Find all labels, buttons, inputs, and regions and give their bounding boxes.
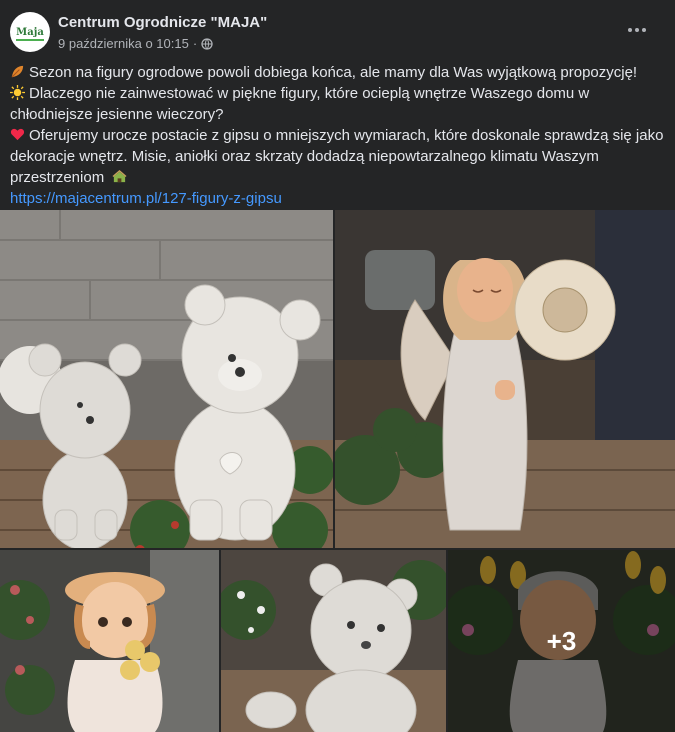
photo-gallery: +3 [0,210,675,732]
photo-angel[interactable] [335,210,675,548]
post-header: Maja Centrum Ogrodnicze "MAJA" 9 paździe… [0,0,675,62]
meta-separator: · [192,36,198,51]
post-line-3: Oferujemy urocze postacie z gipsu o mnie… [10,125,665,188]
avatar-logo-text: Maja [16,26,44,38]
post-line-2-text: Dlaczego nie zainwestować w piękne figur… [10,85,590,123]
page-name[interactable]: Centrum Ogrodnicze "MAJA" [58,14,267,31]
page-avatar[interactable]: Maja [10,12,50,52]
post-link[interactable]: https://majacentrum.pl/127-figury-z-gips… [10,190,282,207]
more-photos-overlay[interactable]: +3 [448,550,675,732]
post-link-line: https://majacentrum.pl/127-figury-z-gips… [10,188,665,209]
facebook-post: Maja Centrum Ogrodnicze "MAJA" 9 paździe… [0,0,675,732]
post-date[interactable]: 9 października o 10:15 [58,36,189,51]
post-meta: 9 października o 10:15 · [58,36,213,51]
more-options-icon[interactable] [619,20,655,40]
sun-emoji-icon [10,85,25,100]
more-dot [642,28,646,32]
leaf-emoji-icon [11,65,24,78]
photo-gnome[interactable]: +3 [448,550,675,732]
photo-bears[interactable] [0,210,333,548]
more-dot [628,28,632,32]
post-line-1: Sezon na figury ogrodowe powoli dobiega … [10,62,665,83]
post-line-3-text: Oferujemy urocze postacie z gipsu o mnie… [10,127,664,186]
post-line-1-text: Sezon na figury ogrodowe powoli dobiega … [29,64,638,81]
photo-girl[interactable] [0,550,219,732]
more-dot [635,28,639,32]
globe-icon[interactable] [201,37,213,50]
avatar-logo-bar [16,39,44,41]
post-text: Sezon na figury ogrodowe powoli dobiega … [10,62,665,209]
photo-sitting-bear[interactable] [221,550,446,732]
heart-emoji-icon [10,128,25,141]
post-line-2: Dlaczego nie zainwestować w piękne figur… [10,83,665,125]
house-emoji-icon [112,170,127,183]
